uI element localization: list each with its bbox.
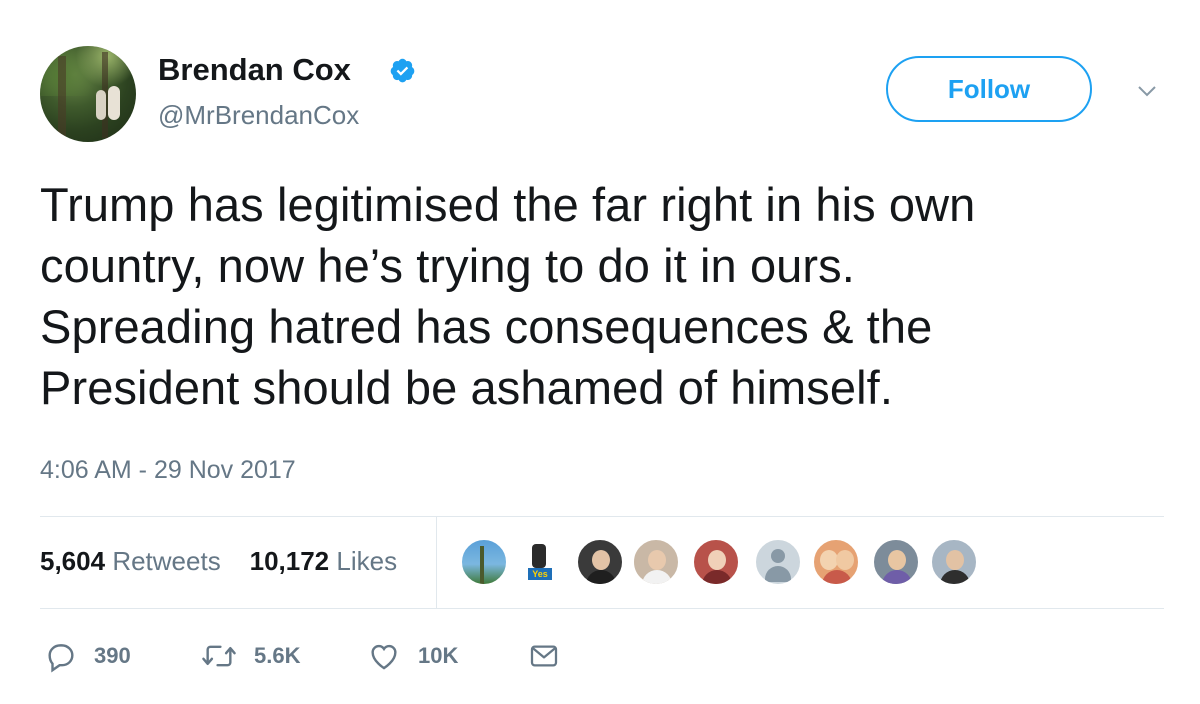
- liker-avatar[interactable]: [872, 538, 920, 586]
- retweet-count: 5.6K: [254, 643, 301, 668]
- retweets-label: Retweets: [112, 546, 221, 576]
- author-handle[interactable]: @MrBrendanCox: [158, 100, 359, 131]
- envelope-icon: [530, 645, 558, 667]
- retweet-icon: [202, 645, 236, 667]
- retweet-action[interactable]: 5.6K: [200, 638, 300, 674]
- retweets-stat[interactable]: 5,604 Retweets: [40, 546, 221, 576]
- liker-avatar[interactable]: [812, 538, 860, 586]
- tweet-line: country, now he’s trying to do it in our…: [40, 239, 855, 292]
- liker-avatar[interactable]: [460, 538, 508, 586]
- like-action[interactable]: 10K: [366, 638, 458, 674]
- liker-avatar[interactable]: [632, 538, 680, 586]
- liker-avatar[interactable]: Yes: [516, 538, 564, 586]
- tweet-line: Spreading hatred has consequences & the: [40, 300, 933, 353]
- follow-button[interactable]: Follow: [886, 56, 1092, 122]
- author-avatar[interactable]: [40, 46, 136, 142]
- tweet-text: Trump has legitimised the far right in h…: [40, 174, 1180, 418]
- tweet-line: President should be ashamed of himself.: [40, 361, 893, 414]
- tweet-stats: 5,604 Retweets 10,172 Likes: [40, 546, 397, 577]
- divider: [436, 516, 437, 608]
- default-avatar-icon[interactable]: [754, 538, 802, 586]
- divider: [40, 516, 1164, 517]
- liker-avatar[interactable]: [930, 538, 978, 586]
- reply-icon: [48, 644, 74, 673]
- like-count: 10K: [418, 643, 459, 668]
- direct-message-action[interactable]: [528, 638, 560, 674]
- likes-label: Likes: [336, 546, 398, 576]
- reply-action[interactable]: 390: [44, 638, 131, 674]
- retweets-count: 5,604: [40, 546, 106, 576]
- tweet-line: Trump has legitimised the far right in h…: [40, 178, 976, 231]
- likes-count: 10,172: [249, 546, 330, 576]
- liker-avatar[interactable]: [692, 538, 740, 586]
- liker-avatar[interactable]: [576, 538, 624, 586]
- tweet-timestamp[interactable]: 4:06 AM - 29 Nov 2017: [40, 456, 296, 485]
- verified-badge-icon: [390, 58, 415, 83]
- likes-stat[interactable]: 10,172 Likes: [250, 546, 397, 576]
- author-name[interactable]: Brendan Cox: [158, 52, 351, 88]
- heart-icon: [371, 644, 397, 670]
- divider: [40, 608, 1164, 609]
- reply-count: 390: [94, 643, 131, 668]
- chevron-down-icon[interactable]: [1136, 80, 1158, 102]
